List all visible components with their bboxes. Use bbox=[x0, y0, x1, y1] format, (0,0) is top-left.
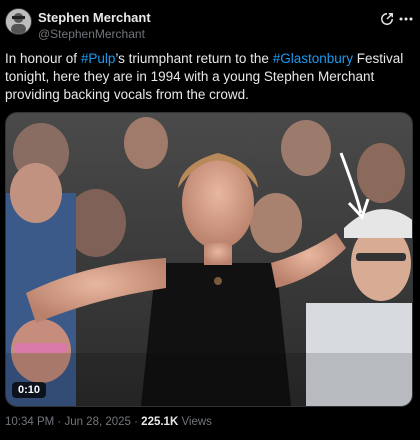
video-duration-badge: 0:10 bbox=[12, 382, 47, 398]
hashtag-pulp[interactable]: #Pulp bbox=[81, 51, 116, 66]
video-player[interactable] bbox=[5, 112, 413, 407]
avatar-image bbox=[6, 9, 31, 34]
post-card: Stephen Merchant @StephenMerchant In hon… bbox=[0, 0, 420, 440]
hashtag-glastonbury[interactable]: #Glastonbury bbox=[273, 51, 353, 66]
post-text-part: ’s triumphant return to the bbox=[115, 51, 273, 66]
more-icon[interactable] bbox=[398, 11, 414, 27]
author-name[interactable]: Stephen Merchant bbox=[38, 10, 151, 25]
author-handle[interactable]: @StephenMerchant bbox=[38, 27, 145, 41]
post-text-part: In honour of bbox=[5, 51, 81, 66]
grok-icon[interactable] bbox=[380, 12, 394, 26]
video-frame bbox=[6, 113, 412, 406]
views-count: 225.1K bbox=[141, 416, 179, 428]
post-timestamp[interactable]: 10:34 PM · Jun 28, 2025 · bbox=[5, 416, 141, 428]
views-label: Views bbox=[178, 416, 212, 428]
post-text: In honour of #Pulp’s triumphant return t… bbox=[5, 50, 413, 104]
post-meta: 10:34 PM · Jun 28, 2025 · 225.1K Views bbox=[5, 416, 212, 428]
author-avatar[interactable] bbox=[5, 8, 32, 35]
